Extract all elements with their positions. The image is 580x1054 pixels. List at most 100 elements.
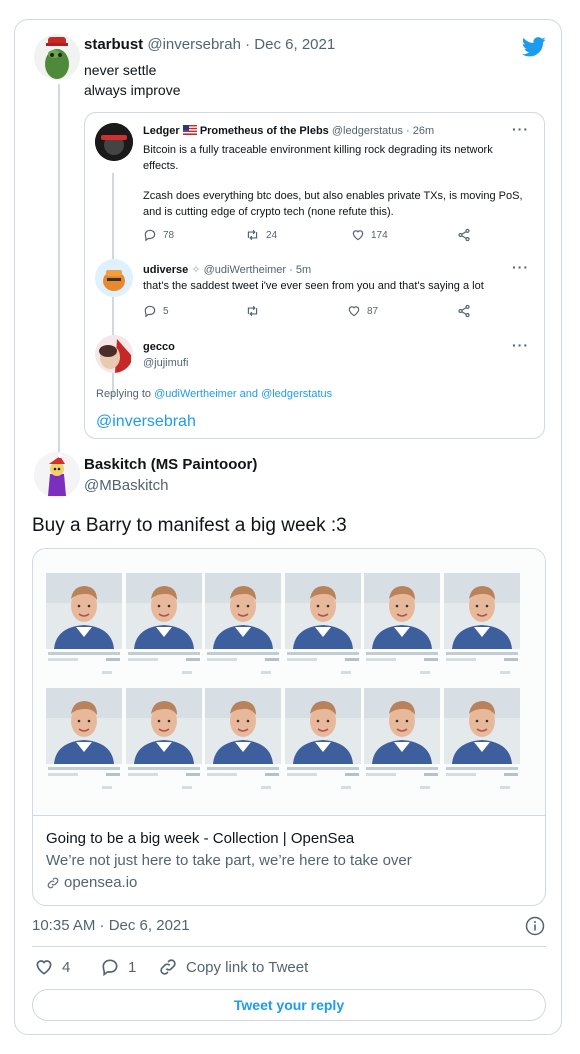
portrait-image <box>205 688 281 764</box>
nft-meta-line <box>48 773 78 776</box>
share-action[interactable] <box>457 228 471 242</box>
nft-meta-line <box>445 652 518 655</box>
retweet-action[interactable] <box>245 304 260 318</box>
display-name[interactable]: Ledger <box>143 125 180 137</box>
nft-meta-line <box>286 658 317 661</box>
avatar[interactable] <box>95 335 133 373</box>
pepe-avatar-icon <box>34 34 80 80</box>
nft-meta-line <box>366 773 396 776</box>
retweet-icon <box>247 305 258 317</box>
reply-action[interactable]: 5 <box>143 304 169 318</box>
nft-like <box>499 671 510 674</box>
copy-link-button[interactable]: Copy link to Tweet <box>158 957 308 977</box>
nft-thumbnail <box>46 688 122 794</box>
portrait-image <box>443 688 520 764</box>
quoted-thread[interactable]: Ledger Prometheus of the Plebs @ledgerst… <box>84 112 545 439</box>
nft-meta-line <box>366 658 396 661</box>
like-action[interactable]: 87 <box>347 304 378 318</box>
nft-price <box>106 658 120 661</box>
portrait-image <box>284 573 361 649</box>
more-dots-icon[interactable]: ··· <box>512 259 529 275</box>
handle-date[interactable]: @inversebrah · Dec 6, 2021 <box>147 36 335 53</box>
avatar[interactable] <box>34 34 80 80</box>
ledger-avatar-icon <box>95 123 133 161</box>
reply-action[interactable]: 1 <box>100 957 136 977</box>
nft-like <box>102 671 112 674</box>
more-dots-icon[interactable]: ··· <box>512 337 529 353</box>
tweet-text: never settle always improve <box>84 60 180 100</box>
tweet-text: that's the saddest tweet i've ever seen … <box>143 280 484 292</box>
nft-meta-line <box>445 773 476 776</box>
info-icon[interactable] <box>525 916 545 936</box>
mention-link[interactable]: @inversebrah <box>96 413 196 431</box>
share-icon <box>458 228 470 242</box>
display-name[interactable]: gecco <box>143 341 175 353</box>
handle[interactable]: @jujimufi <box>143 357 188 369</box>
footer-divider <box>32 946 546 947</box>
handle-time[interactable]: @ledgerstatus · 26m <box>332 125 434 137</box>
tweet-header: Ledger Prometheus of the Plebs @ledgerst… <box>143 125 434 137</box>
tweet-reply-button[interactable]: Tweet your reply <box>32 989 546 1021</box>
tweet-paragraph: Zcash does everything btc does, but also… <box>143 190 523 218</box>
nft-meta-line <box>127 652 200 655</box>
nft-thumbnail <box>125 688 202 794</box>
reply-icon <box>144 305 156 318</box>
reply-icon <box>102 959 118 977</box>
tweet-header: udiverse ✧ @udiWertheimer · 5m <box>143 263 311 276</box>
nft-price <box>424 658 438 661</box>
nft-price <box>503 773 518 776</box>
nft-price <box>185 658 200 661</box>
nft-meta-line <box>286 773 317 776</box>
portrait-image <box>125 573 202 649</box>
portrait-image <box>125 688 202 764</box>
nft-like <box>420 786 430 789</box>
reply-action[interactable]: 78 <box>143 228 174 242</box>
nft-meta-line <box>127 773 158 776</box>
retweet-action[interactable]: 24 <box>245 228 277 242</box>
nft-price <box>265 773 279 776</box>
nft-like <box>181 671 192 674</box>
nft-price <box>344 773 359 776</box>
nft-thumbnail <box>443 688 520 794</box>
share-icon <box>458 304 470 318</box>
avatar[interactable] <box>95 259 133 297</box>
tweet-header: starbust @inversebrah · Dec 6, 2021 <box>84 36 335 53</box>
avatar[interactable] <box>95 123 133 161</box>
sparkle-icon: ✧ <box>191 264 201 276</box>
nft-thumbnail <box>205 688 281 794</box>
link-domain-row: opensea.io <box>46 874 137 891</box>
display-name[interactable]: Prometheus of the Plebs <box>200 125 329 137</box>
nft-price <box>265 658 279 661</box>
twitter-bird-icon[interactable] <box>522 36 546 58</box>
nft-meta-line <box>366 652 438 655</box>
nft-like <box>261 786 271 789</box>
handle-time[interactable]: @udiWertheimer · 5m <box>204 264 312 276</box>
portrait-image <box>364 688 440 764</box>
retweet-icon <box>247 229 258 241</box>
portrait-image <box>364 573 440 649</box>
replying-users-link[interactable]: @udiWertheimer and @ledgerstatus <box>154 388 332 400</box>
nft-thumbnail <box>46 573 122 679</box>
link-icon <box>160 959 176 975</box>
nft-meta-line <box>207 773 237 776</box>
nft-price <box>503 658 518 661</box>
nft-meta-line <box>48 652 120 655</box>
more-dots-icon[interactable]: ··· <box>512 121 529 137</box>
like-action[interactable]: 4 <box>34 957 70 977</box>
like-action[interactable]: 174 <box>351 228 388 242</box>
share-action[interactable] <box>457 304 471 318</box>
display-name[interactable]: udiverse <box>143 264 188 276</box>
handle[interactable]: @MBaskitch <box>84 477 168 494</box>
card-divider <box>33 815 545 816</box>
timestamp[interactable]: 10:35 AM · Dec 6, 2021 <box>32 917 190 934</box>
nft-like <box>261 671 271 674</box>
portrait-image <box>46 688 122 764</box>
display-name[interactable]: Baskitch (MS Paintooor) <box>84 456 257 473</box>
reply-count: 78 <box>163 229 175 241</box>
avatar[interactable] <box>34 452 80 498</box>
link-card[interactable]: Going to be a big week - Collection | Op… <box>32 548 546 906</box>
reply-count: 5 <box>163 305 169 317</box>
like-count: 174 <box>371 229 388 241</box>
nft-price <box>344 658 359 661</box>
display-name[interactable]: starbust <box>84 36 143 53</box>
